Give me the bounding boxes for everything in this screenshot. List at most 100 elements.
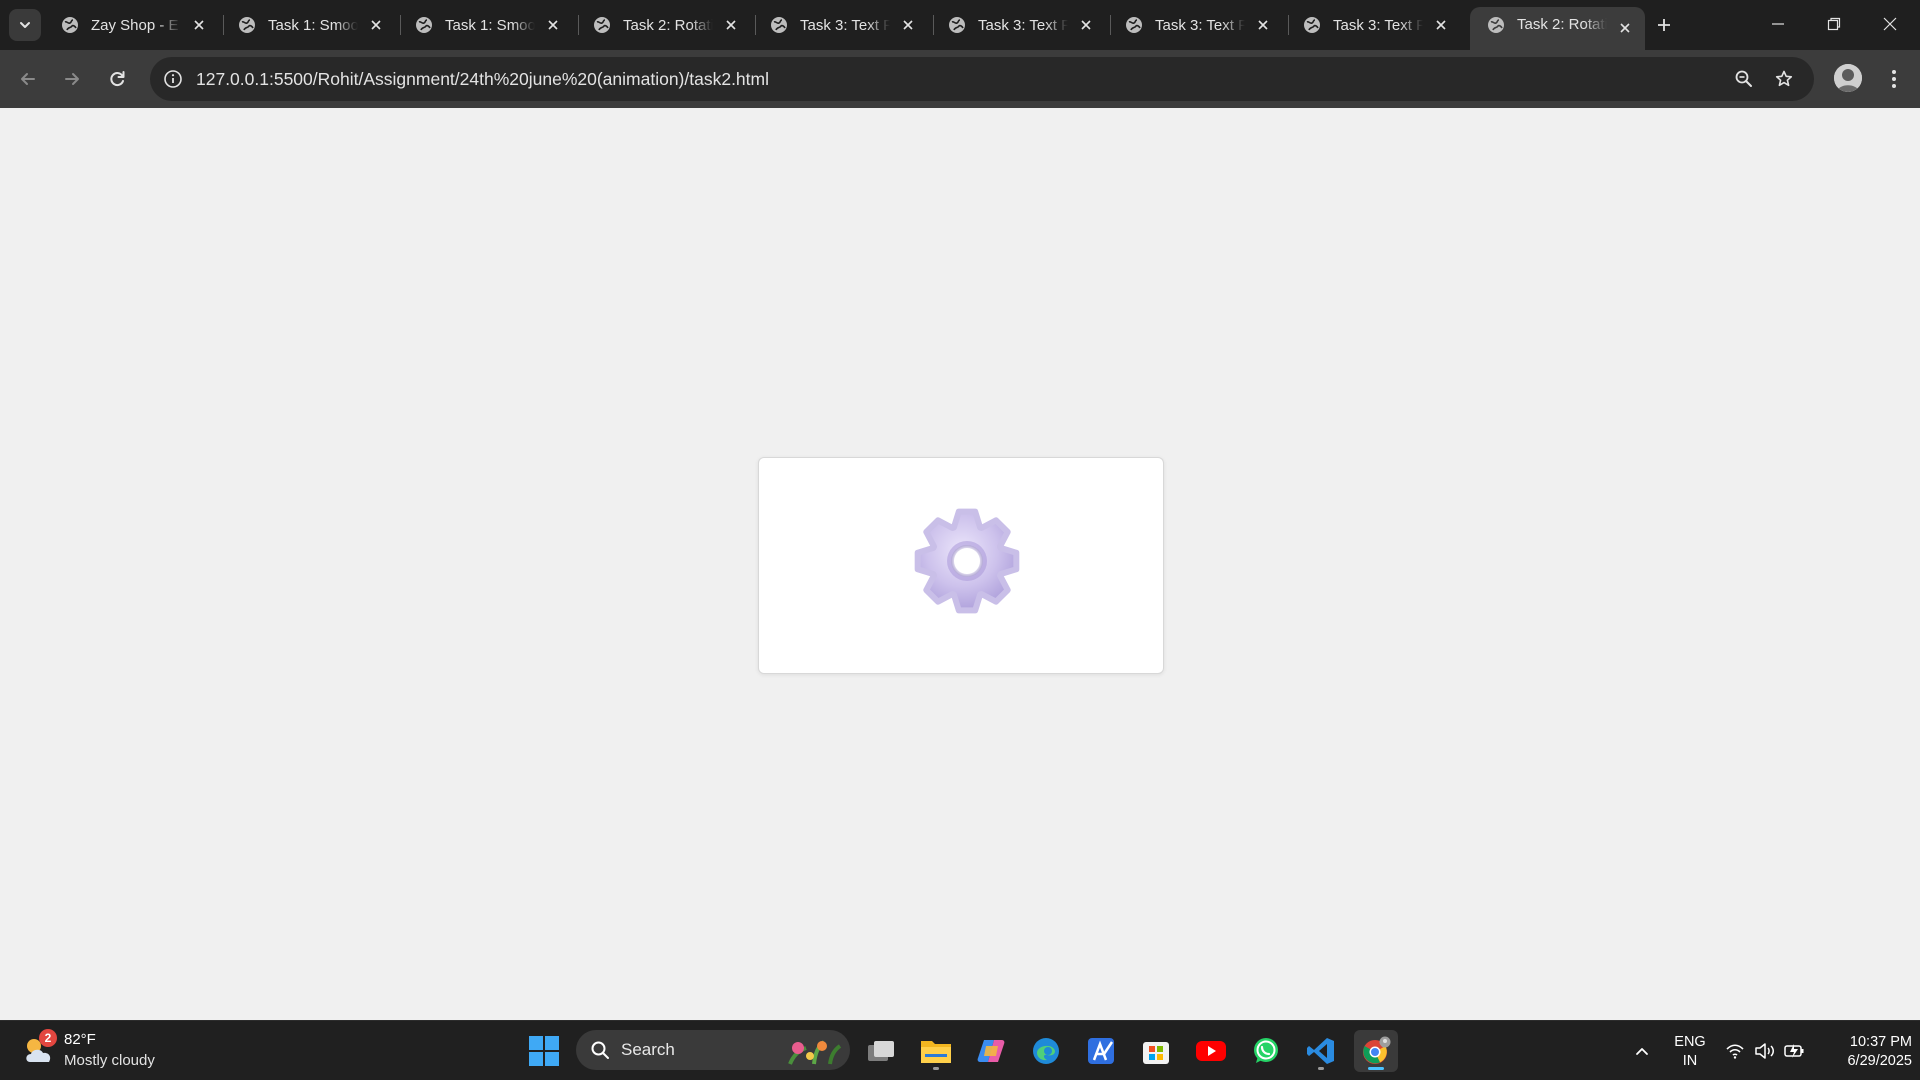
chevron-down-icon — [20, 22, 30, 28]
weather-temperature: 82°F — [64, 1031, 96, 1048]
tab-title: Task 1: Smoo — [445, 16, 535, 34]
close-icon[interactable] — [1074, 13, 1098, 37]
search-icon — [591, 1041, 609, 1059]
vscode-app[interactable] — [1299, 1030, 1343, 1072]
tab-title: Task 2: Rotati — [623, 16, 713, 34]
clock-date: 6/29/2025 — [1847, 1053, 1912, 1069]
globe-icon — [949, 17, 965, 33]
restore-button[interactable] — [1806, 0, 1862, 48]
tab[interactable]: Task 3: Text F — [931, 8, 1106, 42]
close-icon[interactable] — [719, 13, 743, 37]
tab[interactable]: Task 3: Text F — [1286, 8, 1461, 42]
site-info-icon[interactable] — [162, 68, 184, 90]
tab-title: Task 3: Text F — [1333, 16, 1423, 34]
chrome-icon — [1363, 1036, 1391, 1064]
edge-icon — [1033, 1038, 1059, 1064]
reload-icon — [110, 71, 125, 87]
search-highlight-icon — [788, 1040, 842, 1065]
gear-icon — [914, 508, 1020, 614]
microsoft-store-app[interactable] — [1134, 1030, 1178, 1072]
tab-title: Task 3: Text F — [978, 16, 1068, 34]
edge-app[interactable] — [1024, 1030, 1068, 1072]
close-icon[interactable] — [1429, 13, 1453, 37]
whatsapp-icon — [1254, 1038, 1278, 1063]
tab-title: Task 3: Text F — [800, 16, 890, 34]
task-view-button[interactable] — [859, 1030, 903, 1072]
battery-status[interactable] — [1780, 1021, 1810, 1080]
tab[interactable]: Task 3: Text F — [1108, 8, 1283, 42]
tab[interactable]: Task 3: Text F — [753, 8, 928, 42]
globe-icon — [239, 17, 255, 33]
arrow-left-icon — [21, 73, 35, 85]
address-bar[interactable]: 127.0.0.1:5500/Rohit/Assignment/24th%20j… — [150, 57, 1814, 101]
kebab-menu-icon — [1892, 70, 1896, 88]
close-icon — [1883, 17, 1897, 31]
avatar-icon — [1834, 64, 1862, 92]
pen-app-icon — [1088, 1038, 1114, 1064]
browser-toolbar: 127.0.0.1:5500/Rohit/Assignment/24th%20j… — [0, 50, 1920, 108]
battery-charging-icon — [1784, 1044, 1804, 1058]
restore-icon — [1827, 17, 1841, 31]
region-code: IN — [1682, 1053, 1698, 1069]
whatsapp-app[interactable] — [1244, 1030, 1288, 1072]
close-icon[interactable] — [541, 13, 565, 37]
tab[interactable]: Task 1: Smoo — [221, 8, 396, 42]
windows-start-button[interactable] — [528, 1035, 560, 1067]
globe-icon — [1126, 17, 1142, 33]
profile-avatar[interactable] — [1834, 64, 1862, 92]
plus-icon — [1658, 19, 1670, 31]
show-hidden-icons-button[interactable] — [1628, 1021, 1656, 1080]
running-indicator — [933, 1067, 939, 1070]
globe-icon — [771, 17, 787, 33]
volume-control[interactable] — [1750, 1021, 1780, 1080]
arrow-right-icon — [65, 73, 79, 85]
close-icon[interactable] — [187, 13, 211, 37]
minimize-button[interactable] — [1750, 0, 1806, 48]
copilot-app[interactable] — [969, 1030, 1013, 1072]
tab[interactable]: Task 1: Smoo — [398, 8, 573, 42]
tab-active[interactable]: Task 2: Rotati — [1470, 7, 1645, 50]
tab-strip: Zay Shop - E Task 1: Smoo Task 1: Smoo T… — [0, 0, 1920, 50]
tab-title: Task 2: Rotati — [1517, 16, 1607, 33]
notification-badge: 2 — [39, 1029, 57, 1047]
chrome-app[interactable] — [1354, 1030, 1398, 1072]
globe-icon — [1488, 17, 1504, 33]
close-icon[interactable] — [896, 13, 920, 37]
url-text[interactable]: 127.0.0.1:5500/Rohit/Assignment/24th%20j… — [196, 69, 769, 90]
youtube-icon — [1196, 1041, 1226, 1061]
bookmark-star-icon[interactable] — [1772, 67, 1796, 91]
pen-app[interactable] — [1079, 1030, 1123, 1072]
forward-button[interactable] — [56, 63, 88, 95]
tab-title: Task 1: Smoo — [268, 16, 358, 34]
system-clock[interactable]: 10:37 PM 6/29/2025 — [1812, 1033, 1912, 1071]
tab[interactable]: Task 2: Rotati — [576, 8, 751, 42]
tab[interactable]: Zay Shop - E — [44, 8, 219, 42]
close-icon[interactable] — [364, 13, 388, 37]
close-icon[interactable] — [1251, 13, 1275, 37]
network-status[interactable] — [1720, 1021, 1750, 1080]
close-icon[interactable] — [1613, 16, 1637, 40]
globe-icon — [594, 17, 610, 33]
youtube-app[interactable] — [1189, 1030, 1233, 1072]
input-language-indicator[interactable]: ENG IN — [1660, 1033, 1720, 1071]
globe-icon — [416, 17, 432, 33]
browser-menu-button[interactable] — [1880, 64, 1908, 94]
file-explorer-app[interactable] — [914, 1030, 958, 1072]
taskbar-search[interactable]: Search — [576, 1030, 850, 1070]
loader-card — [758, 457, 1164, 674]
tab-title: Task 3: Text F — [1155, 16, 1245, 34]
tab-title: Zay Shop - E — [91, 16, 179, 34]
speaker-icon — [1755, 1043, 1774, 1059]
clock-time: 10:37 PM — [1849, 1034, 1912, 1050]
vscode-icon — [1307, 1038, 1334, 1064]
folder-icon — [921, 1041, 951, 1063]
new-tab-button[interactable] — [1650, 11, 1678, 39]
close-window-button[interactable] — [1862, 0, 1918, 48]
back-button[interactable] — [12, 63, 44, 95]
task-view-icon — [868, 1041, 894, 1061]
reload-button[interactable] — [101, 63, 133, 95]
copilot-icon — [977, 1040, 1005, 1062]
tab-search-button[interactable] — [9, 9, 41, 41]
zoom-icon[interactable] — [1732, 67, 1756, 91]
wifi-icon — [1726, 1044, 1744, 1059]
